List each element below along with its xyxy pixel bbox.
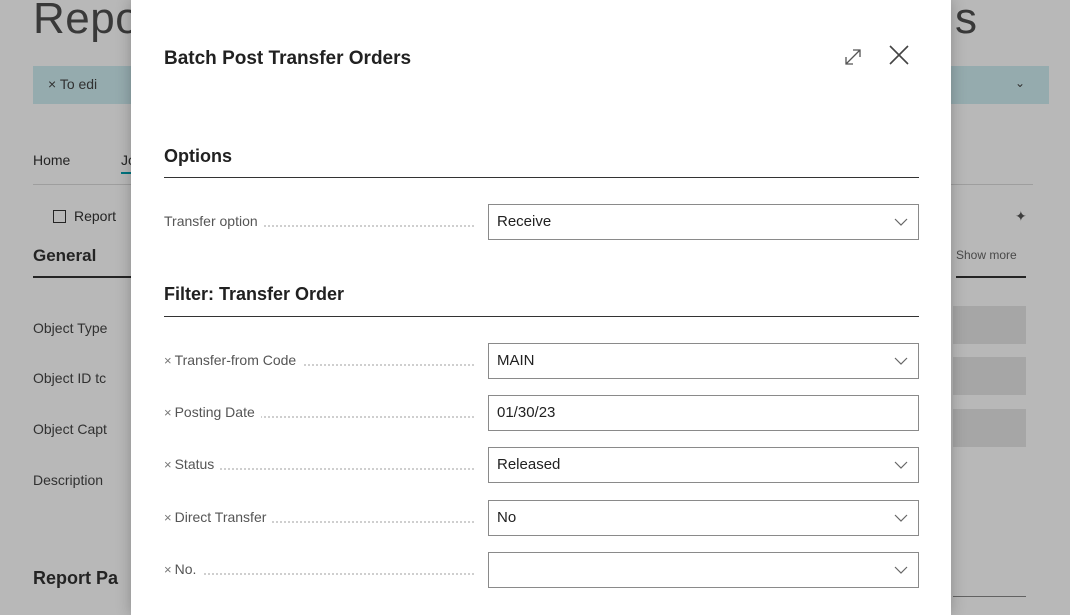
remove-filter-x-icon[interactable]: × <box>164 510 172 525</box>
chevron-down-icon <box>894 514 908 522</box>
remove-filter-x-icon[interactable]: × <box>164 353 172 368</box>
field-status: × Status Released <box>164 447 919 483</box>
posting-date-label: Posting Date <box>174 404 255 420</box>
chevron-down-icon <box>894 357 908 365</box>
transfer-from-code-label: Transfer-from Code <box>174 352 297 368</box>
status-label: Status <box>174 456 215 472</box>
field-label: × Posting Date <box>164 404 484 420</box>
chevron-down-icon <box>894 566 908 574</box>
field-label: × Status <box>164 456 484 472</box>
direct-transfer-label: Direct Transfer <box>174 509 267 525</box>
transfer-option-value: Receive <box>497 213 552 230</box>
section-divider <box>164 177 919 178</box>
direct-transfer-value: No <box>497 509 517 526</box>
no-label: No. <box>174 561 197 577</box>
field-posting-date: × Posting Date 01/30/23 <box>164 395 919 431</box>
field-label: Transfer option <box>164 213 484 229</box>
filter-section-title: Filter: Transfer Order <box>164 284 345 304</box>
field-transfer-from-code: × Transfer-from Code MAIN <box>164 343 919 379</box>
batch-post-dialog: Batch Post Transfer Orders Options Trans… <box>131 0 951 615</box>
section-divider <box>164 316 919 317</box>
remove-filter-x-icon[interactable]: × <box>164 405 172 420</box>
leader-dots <box>164 573 474 575</box>
posting-date-value: 01/30/23 <box>497 404 556 421</box>
options-section-title: Options <box>164 146 232 166</box>
close-icon[interactable] <box>886 42 912 68</box>
status-value: Released <box>497 456 561 473</box>
remove-filter-x-icon[interactable]: × <box>164 562 172 577</box>
transfer-option-label: Transfer option <box>164 213 264 229</box>
chevron-down-icon <box>894 461 908 469</box>
expand-icon[interactable] <box>842 46 864 68</box>
transfer-from-code-dropdown[interactable]: MAIN <box>488 343 919 379</box>
field-transfer-option: Transfer option Receive <box>164 204 919 240</box>
field-no: × No. <box>164 552 919 588</box>
field-label: × No. <box>164 561 484 577</box>
direct-transfer-dropdown[interactable]: No <box>488 500 919 536</box>
status-dropdown[interactable]: Released <box>488 447 919 483</box>
field-label: × Direct Transfer <box>164 509 484 525</box>
remove-filter-x-icon[interactable]: × <box>164 457 172 472</box>
no-dropdown[interactable] <box>488 552 919 588</box>
transfer-option-dropdown[interactable]: Receive <box>488 204 919 240</box>
dialog-title: Batch Post Transfer Orders <box>164 48 412 69</box>
field-label: × Transfer-from Code <box>164 352 484 368</box>
posting-date-input[interactable]: 01/30/23 <box>488 395 919 431</box>
chevron-down-icon <box>894 218 908 226</box>
field-direct-transfer: × Direct Transfer No <box>164 500 919 536</box>
transfer-from-code-value: MAIN <box>497 352 535 369</box>
